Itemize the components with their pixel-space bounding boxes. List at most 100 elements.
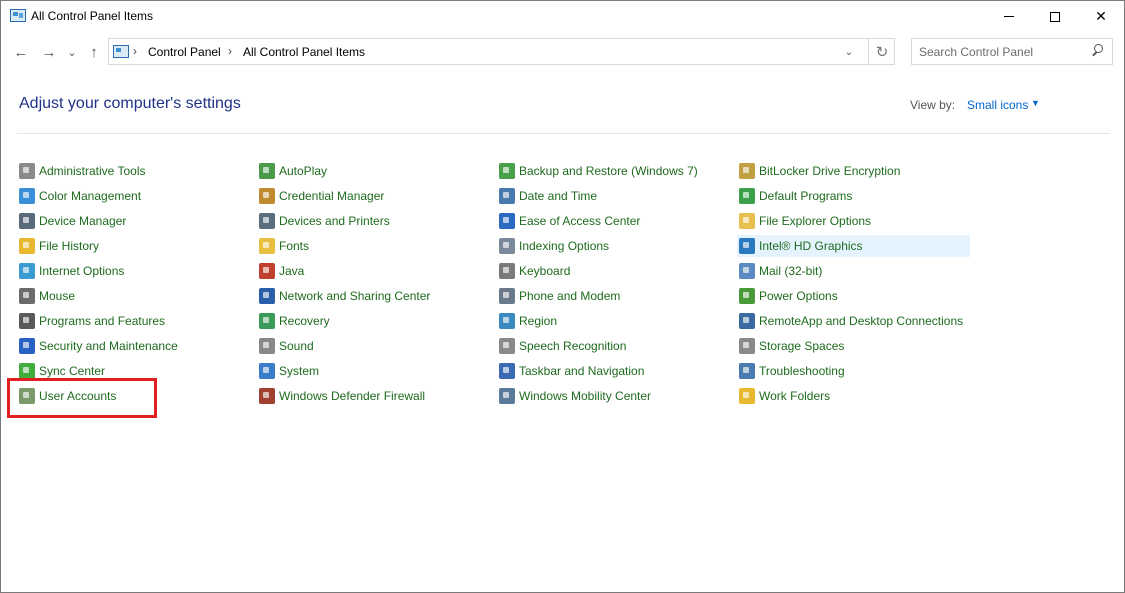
search-box[interactable] xyxy=(911,38,1113,65)
control-panel-item[interactable]: Storage Spaces xyxy=(737,335,970,357)
control-panel-item[interactable]: Intel® HD Graphics xyxy=(737,235,970,257)
control-panel-item-label: Backup and Restore (Windows 7) xyxy=(519,164,698,178)
control-panel-item[interactable]: Mail (32-bit) xyxy=(737,260,970,282)
control-panel-item[interactable]: Internet Options xyxy=(17,260,250,282)
breadcrumb-control-panel[interactable]: Control Panel xyxy=(148,45,221,59)
region-globe-icon xyxy=(499,313,515,329)
remoteapp-icon xyxy=(739,313,755,329)
control-panel-item[interactable]: Ease of Access Center xyxy=(497,210,730,232)
control-panel-item[interactable]: RemoteApp and Desktop Connections xyxy=(737,310,970,332)
control-panel-item[interactable]: BitLocker Drive Encryption xyxy=(737,160,970,182)
credential-manager-icon xyxy=(259,188,275,204)
system-icon xyxy=(259,363,275,379)
control-panel-item[interactable]: Work Folders xyxy=(737,385,970,407)
title-bar[interactable]: All Control Panel Items ✕ xyxy=(1,1,1124,32)
control-panel-item-label: Troubleshooting xyxy=(759,364,845,378)
control-panel-icon xyxy=(10,9,26,22)
ease-of-access-icon xyxy=(499,213,515,229)
control-panel-item[interactable]: Date and Time xyxy=(497,185,730,207)
control-panel-item-label: Power Options xyxy=(759,289,838,303)
address-dropdown-button[interactable]: ⌄ xyxy=(838,43,860,61)
annotation-highlight-box xyxy=(7,378,157,418)
control-panel-item-label: AutoPlay xyxy=(279,164,328,178)
control-panel-item[interactable]: Device Manager xyxy=(17,210,250,232)
control-panel-item[interactable]: File Explorer Options xyxy=(737,210,970,232)
work-folders-icon xyxy=(739,388,755,404)
control-panel-item-label: RemoteApp and Desktop Connections xyxy=(759,314,964,328)
java-icon xyxy=(259,263,275,279)
maximize-button[interactable] xyxy=(1032,1,1078,32)
search-input[interactable] xyxy=(919,43,1079,60)
control-panel-item-label: Date and Time xyxy=(519,189,598,203)
control-panel-item[interactable]: Default Programs xyxy=(737,185,970,207)
control-panel-item-label: Sound xyxy=(279,339,314,353)
control-panel-item[interactable]: Sound xyxy=(257,335,490,357)
control-panel-item-label: Keyboard xyxy=(519,264,571,278)
control-panel-item[interactable]: Recovery xyxy=(257,310,490,332)
control-panel-item-label: Fonts xyxy=(279,239,310,253)
intel-graphics-icon xyxy=(739,238,755,254)
control-panel-item[interactable]: Windows Mobility Center xyxy=(497,385,730,407)
keyboard-icon xyxy=(499,263,515,279)
close-button[interactable]: ✕ xyxy=(1078,1,1124,32)
date-time-icon xyxy=(499,188,515,204)
control-panel-item[interactable]: Credential Manager xyxy=(257,185,490,207)
control-panel-item[interactable]: Programs and Features xyxy=(17,310,250,332)
control-panel-item-label: Work Folders xyxy=(759,389,831,403)
control-panel-item[interactable]: Taskbar and Navigation xyxy=(497,360,730,382)
control-panel-item[interactable]: Devices and Printers xyxy=(257,210,490,232)
control-panel-item[interactable]: Region xyxy=(497,310,730,332)
control-panel-item[interactable]: Mouse xyxy=(17,285,250,307)
search-icon[interactable] xyxy=(1091,44,1103,58)
control-panel-item-label: Intel® HD Graphics xyxy=(759,239,863,253)
control-panel-item-label: Credential Manager xyxy=(279,189,385,203)
control-panel-item-label: BitLocker Drive Encryption xyxy=(759,164,901,178)
minimize-button[interactable] xyxy=(986,1,1032,32)
caret-down-icon[interactable]: ▼ xyxy=(1031,98,1040,108)
control-panel-item[interactable]: Indexing Options xyxy=(497,235,730,257)
control-panel-item[interactable]: Troubleshooting xyxy=(737,360,970,382)
file-explorer-options-icon xyxy=(739,213,755,229)
backup-restore-icon xyxy=(499,163,515,179)
maximize-icon xyxy=(1050,11,1060,22)
bitlocker-icon xyxy=(739,163,755,179)
recovery-icon xyxy=(259,313,275,329)
control-panel-item[interactable]: Color Management xyxy=(17,185,250,207)
power-options-icon xyxy=(739,288,755,304)
control-panel-item[interactable]: AutoPlay xyxy=(257,160,490,182)
control-panel-item-label: Default Programs xyxy=(759,189,853,203)
control-panel-item[interactable]: Keyboard xyxy=(497,260,730,282)
minimize-icon xyxy=(1004,16,1014,17)
control-panel-item[interactable]: Administrative Tools xyxy=(17,160,250,182)
admin-tools-icon xyxy=(19,163,35,179)
control-panel-item-label: File Explorer Options xyxy=(759,214,872,228)
control-panel-item[interactable]: Power Options xyxy=(737,285,970,307)
control-panel-item[interactable]: Backup and Restore (Windows 7) xyxy=(497,160,730,182)
refresh-button[interactable]: ↻ xyxy=(868,39,895,64)
mail-icon xyxy=(739,263,755,279)
breadcrumb-all-items[interactable]: All Control Panel Items xyxy=(243,45,365,59)
back-button[interactable]: ← xyxy=(11,41,31,63)
mobility-center-icon xyxy=(499,388,515,404)
taskbar-icon xyxy=(499,363,515,379)
forward-button[interactable]: → xyxy=(39,41,59,63)
microphone-icon xyxy=(499,338,515,354)
control-panel-item[interactable]: Phone and Modem xyxy=(497,285,730,307)
breadcrumb-separator-icon[interactable]: › xyxy=(133,44,137,58)
up-button[interactable]: ↑ xyxy=(84,41,104,63)
control-panel-item[interactable]: Java xyxy=(257,260,490,282)
control-panel-item[interactable]: System xyxy=(257,360,490,382)
control-panel-item[interactable]: Network and Sharing Center xyxy=(257,285,490,307)
control-panel-item[interactable]: Fonts xyxy=(257,235,490,257)
phone-modem-icon xyxy=(499,288,515,304)
control-panel-item[interactable]: Windows Defender Firewall xyxy=(257,385,490,407)
control-panel-item[interactable]: Security and Maintenance xyxy=(17,335,250,357)
address-bar[interactable]: › Control Panel › All Control Panel Item… xyxy=(108,38,895,65)
control-panel-item[interactable]: Speech Recognition xyxy=(497,335,730,357)
breadcrumb-separator-icon[interactable]: › xyxy=(228,44,232,58)
control-panel-item-label: Internet Options xyxy=(39,264,125,278)
view-by-dropdown[interactable]: Small icons xyxy=(967,98,1028,112)
recent-locations-button[interactable]: ⌄ xyxy=(65,41,79,63)
control-panel-item-label: Programs and Features xyxy=(39,314,166,328)
control-panel-item[interactable]: File History xyxy=(17,235,250,257)
